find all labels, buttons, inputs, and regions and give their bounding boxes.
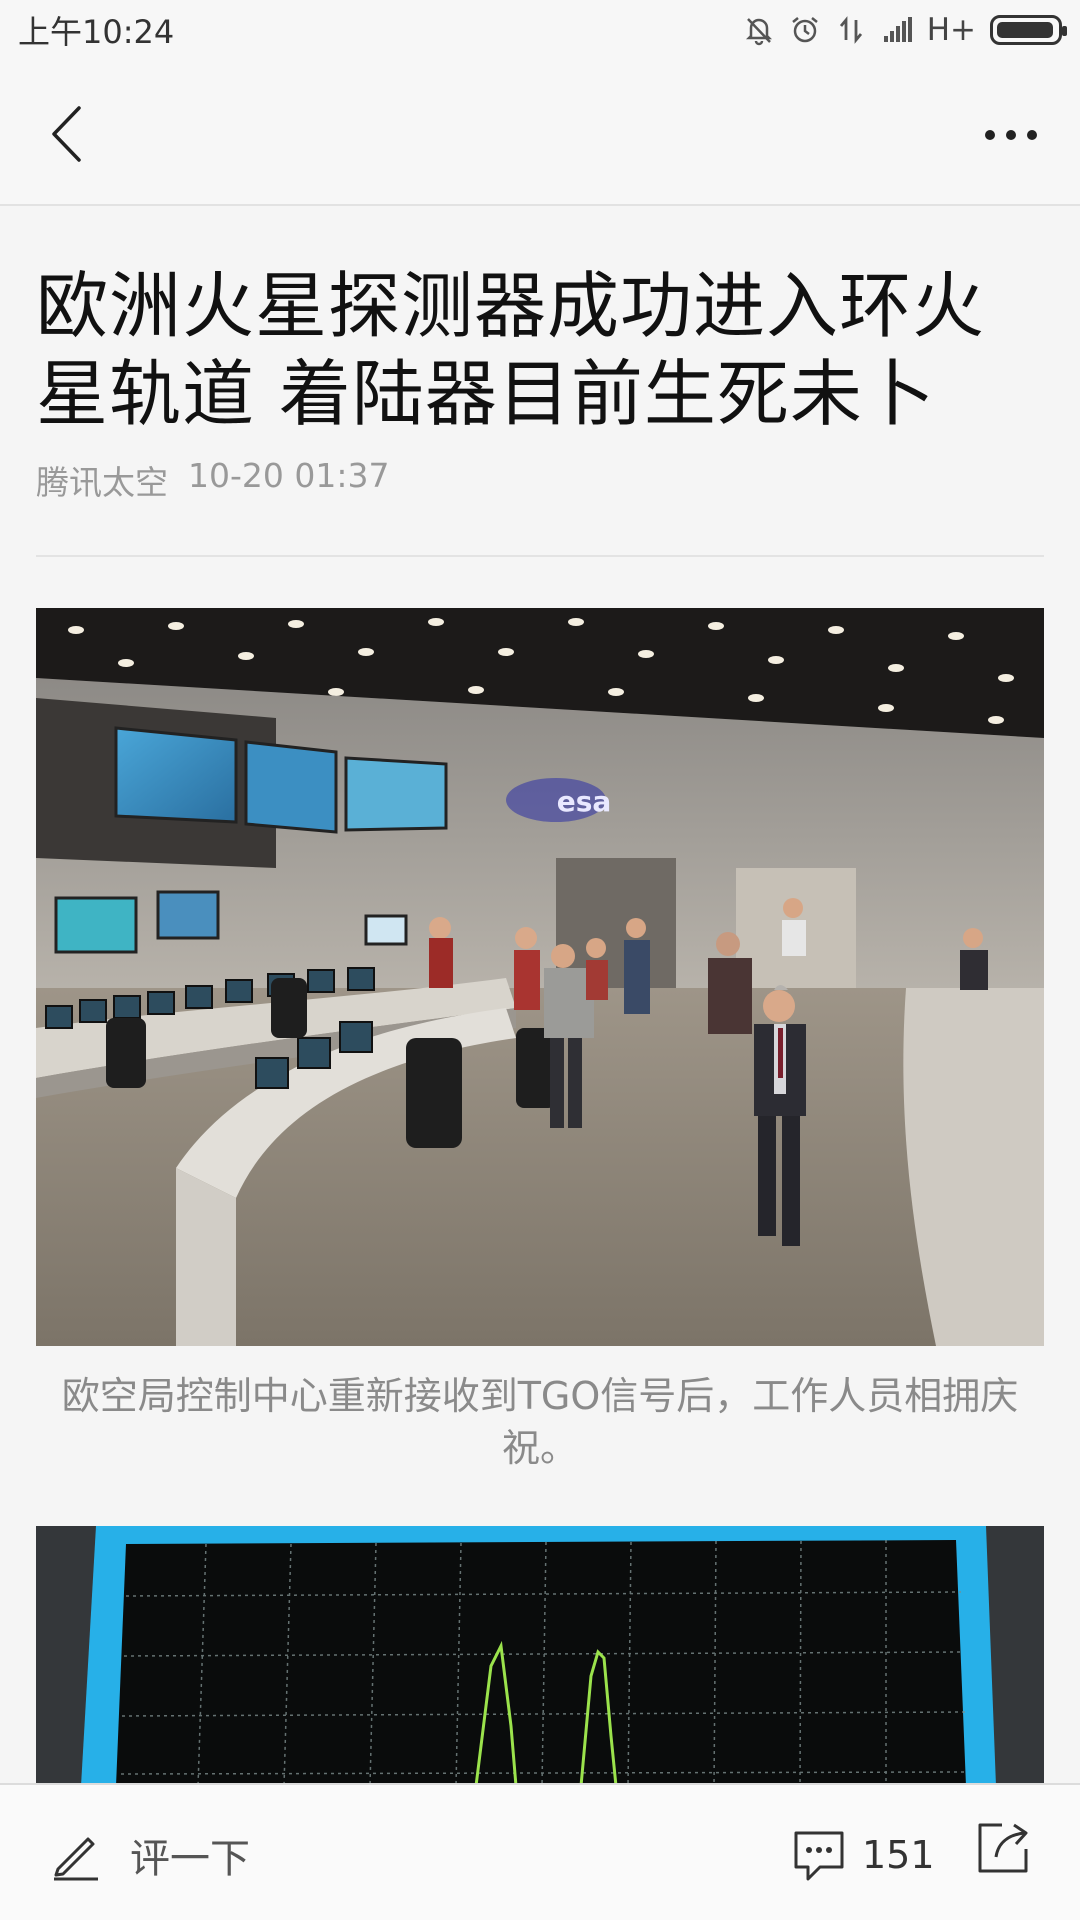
signal-icon: [883, 17, 912, 42]
comment-input[interactable]: 评一下: [50, 1815, 250, 1895]
article-photo-signal-display[interactable]: [36, 1526, 1044, 1783]
comment-bubble-icon: [794, 1831, 844, 1881]
bottom-bar: 评一下 151: [0, 1783, 1080, 1920]
status-time: 上午10:24: [18, 13, 175, 51]
share-button[interactable]: [972, 1817, 1042, 1887]
more-dots-icon: [985, 130, 1037, 140]
comments-button[interactable]: 151: [790, 1815, 935, 1895]
signal-display-photo: [36, 1526, 1044, 1783]
mute-bell-icon: [745, 18, 772, 46]
nav-bar: [0, 60, 1080, 206]
esa-sign-text: esa: [557, 785, 612, 818]
article-meta: 腾讯太空 10-20 01:37: [36, 456, 389, 504]
more-button[interactable]: [976, 100, 1046, 170]
back-button[interactable]: [36, 94, 96, 174]
divider: [36, 555, 1044, 557]
share-icon: [978, 1823, 1028, 1873]
comment-count: 151: [862, 1833, 935, 1877]
article-datetime: 10-20 01:37: [188, 456, 390, 495]
status-bar: 上午10:24 H+: [0, 0, 1080, 60]
article-photo-control-room[interactable]: esa: [36, 608, 1044, 1346]
control-room-photo: esa: [36, 608, 1044, 1346]
comment-placeholder: 评一下: [130, 1836, 250, 1882]
network-type-label: H+: [926, 12, 976, 48]
data-transfer-icon: [839, 16, 862, 44]
battery-icon: [990, 15, 1067, 45]
alarm-icon: [791, 17, 818, 43]
article-title: 欧洲火星探测器成功进入环火星轨道 着陆器目前生死未卜: [36, 264, 986, 436]
article-body[interactable]: 欧洲火星探测器成功进入环火星轨道 着陆器目前生死未卜 腾讯太空 10-20 01…: [0, 208, 1080, 1783]
photo-caption: 欧空局控制中心重新接收到TGO信号后，工作人员相拥庆祝。: [61, 1374, 1019, 1470]
pen-icon: [54, 1837, 98, 1881]
article-source[interactable]: 腾讯太空: [36, 456, 168, 504]
status-icons: H+: [743, 12, 1067, 48]
back-chevron-icon: [52, 106, 81, 162]
